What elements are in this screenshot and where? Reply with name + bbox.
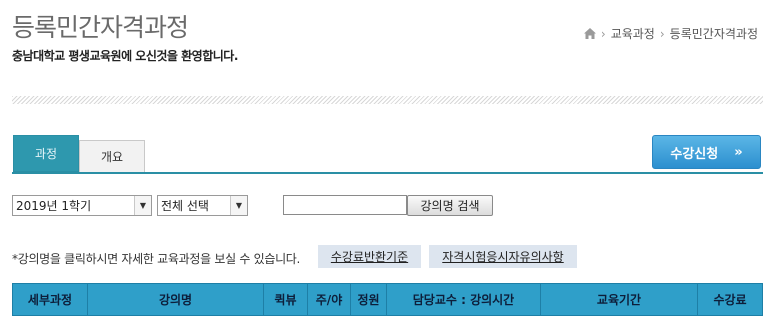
apply-button-label: 수강신청: [670, 146, 719, 162]
column-header-instructor-time: 담당교수 : 강의시간: [387, 284, 541, 315]
column-header-subcourse: 세부과정: [13, 284, 88, 315]
column-header-course-name: 강의명: [88, 284, 264, 315]
breadcrumb: › 교육과정 › 등록민간자격과정: [583, 25, 758, 42]
course-search-button[interactable]: 강의명 검색: [407, 195, 493, 216]
page-title: 등록민간자격과정: [12, 13, 189, 42]
chevron-right-icon: ›: [659, 26, 665, 41]
term-select[interactable]: 2019년 1학기 ▼: [12, 195, 152, 216]
dropdown-arrow-icon: ▼: [134, 196, 151, 215]
tab-overview[interactable]: 개요: [79, 140, 145, 172]
category-select[interactable]: 전체 선택 ▼: [157, 195, 248, 216]
column-header-quickview: 퀵뷰: [264, 284, 308, 315]
chevron-right-icon: ›: [600, 26, 606, 41]
breadcrumb-item-courses[interactable]: 교육과정: [611, 25, 655, 42]
exam-notice-link[interactable]: 자격시험응시자유의사항: [429, 245, 577, 268]
breadcrumb-item-current: 등록민간자격과정: [669, 27, 758, 41]
notice-text: *강의명을 클릭하시면 자세한 교육과정을 보실 수 있습니다.: [12, 252, 301, 266]
welcome-message: 충남대학교 평생교육원에 오신것을 환영합니다.: [12, 49, 238, 63]
column-header-capacity: 정원: [351, 284, 387, 315]
column-header-period: 교육기간: [541, 284, 698, 315]
home-icon[interactable]: [583, 28, 596, 39]
column-header-fee: 수강료: [713, 293, 747, 307]
apply-button[interactable]: 수강신청 »: [652, 135, 761, 169]
course-table-header: 세부과정 강의명 퀵뷰 주/야 정원 담당교수 : 강의시간 교육기간 수강료: [12, 283, 763, 316]
tab-underline: [12, 172, 763, 174]
category-select-value: 전체 선택: [161, 199, 209, 213]
double-chevron-right-icon: »: [734, 144, 743, 160]
tab-course[interactable]: 과정: [13, 135, 79, 172]
section-divider: [12, 96, 763, 104]
dropdown-arrow-icon: ▼: [230, 196, 247, 215]
exam-notice-label: 자격시험응시자유의사항: [442, 250, 564, 264]
term-select-value: 2019년 1학기: [16, 199, 92, 213]
column-header-day-night: 주/야: [308, 284, 351, 315]
refund-policy-label: 수강료반환기준: [330, 250, 409, 264]
refund-policy-link[interactable]: 수강료반환기준: [318, 245, 421, 268]
course-search-input[interactable]: [283, 195, 407, 215]
